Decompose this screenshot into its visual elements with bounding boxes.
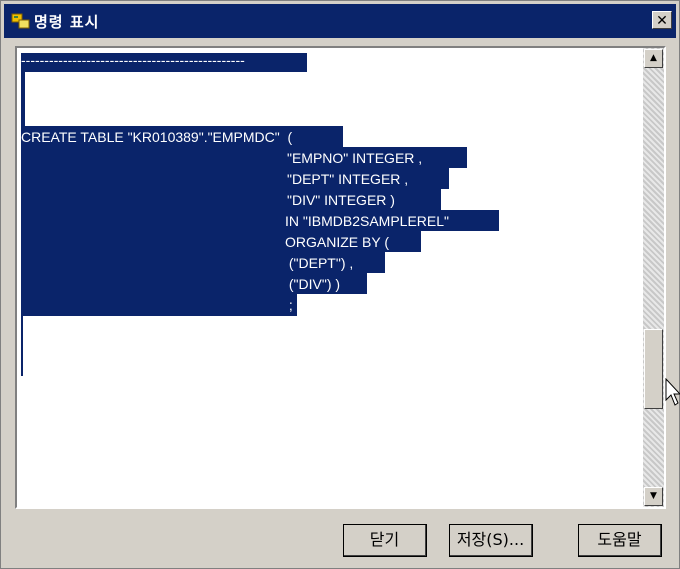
text-line: ("DIV") ) [285, 276, 341, 292]
selection-highlight [21, 72, 25, 126]
text-line: ("DEPT") , [285, 255, 354, 271]
scroll-up-icon[interactable]: ▲ [644, 49, 663, 68]
scroll-down-icon[interactable]: ▼ [644, 487, 663, 506]
text-line: "DEPT" INTEGER , [287, 171, 409, 187]
text-line: ; [285, 297, 293, 313]
app-icon [11, 13, 30, 29]
selection-highlight [21, 316, 23, 376]
close-button[interactable]: 닫기 [343, 524, 427, 557]
text-line: IN "IBMDB2SAMPLEREL" [285, 213, 449, 229]
command-window: 명령 표시 ✕ --------------------------------… [0, 0, 680, 569]
save-button[interactable]: 저장(S)... [449, 524, 533, 557]
selection-highlight [21, 294, 297, 316]
title-bar: 명령 표시 ✕ [4, 4, 676, 38]
help-button[interactable]: 도움말 [578, 524, 662, 557]
text-line: CREATE TABLE "KR010389"."EMPMDC" ( [21, 129, 293, 145]
text-line: ORGANIZE BY ( [285, 234, 389, 250]
text-line: "EMPNO" INTEGER , [287, 150, 423, 166]
window-title: 명령 표시 [34, 13, 100, 31]
command-text-area[interactable]: ----------------------------------------… [15, 46, 666, 509]
mouse-pointer-icon [665, 378, 680, 406]
text-line: "DIV" INTEGER ) [287, 192, 395, 208]
close-icon[interactable]: ✕ [652, 11, 672, 29]
vertical-scrollbar[interactable]: ▲ ▼ [643, 48, 664, 507]
text-line: ----------------------------------------… [21, 52, 245, 68]
scroll-thumb[interactable] [644, 329, 663, 409]
